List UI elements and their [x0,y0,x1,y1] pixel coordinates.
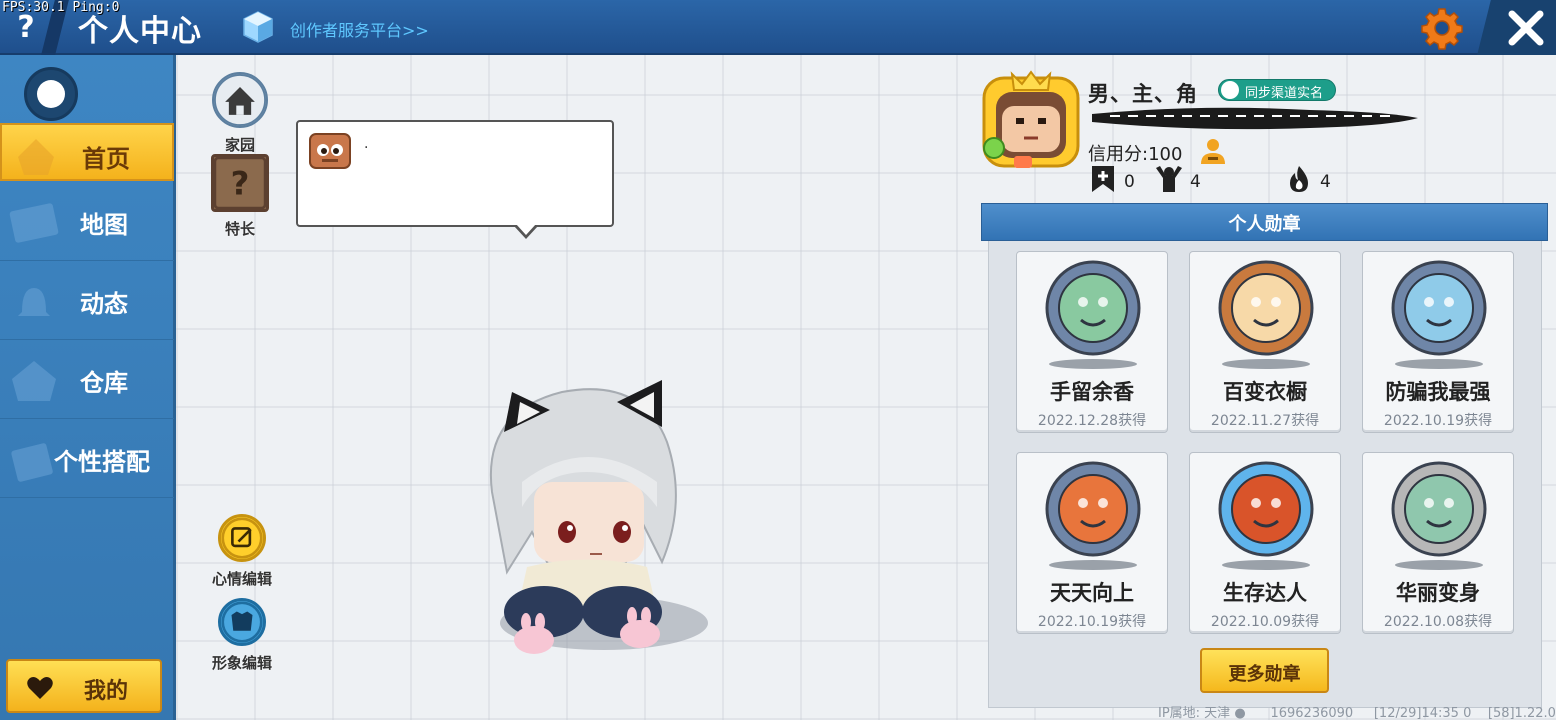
medal-card[interactable]: 华丽变身 2022.10.08获得 [1362,452,1514,634]
profile-avatar[interactable] [978,70,1084,170]
sidebar-item-label: 仓库 [80,369,128,397]
medal-badge-icon [1045,260,1141,369]
cheering-person-icon [1156,166,1182,192]
heat-stat[interactable]: 4 [1284,164,1344,196]
top-bar: ? 个人中心 创作者服务平台>> [0,0,1556,55]
look-edit-button[interactable]: 形象编辑 [206,598,278,673]
sidebar-item-storage[interactable]: 仓库 [0,341,174,419]
character-avatar[interactable] [472,372,702,662]
medal-card[interactable]: 生存达人 2022.10.09获得 [1189,452,1341,634]
footer-info: IP属地: 天津 ● 1696236090 [12/29]14:35 0 [58… [1158,702,1556,720]
sidebar: 首页 地图 动态 仓库 个性搭配 我的 [0,55,176,720]
heat-count: 4 [1320,172,1331,192]
house-icon [12,361,56,401]
medal-header-title: 个人勋章 [1228,214,1301,235]
bell-icon [18,288,50,316]
client-version: [58]1.22.0 [1487,706,1556,720]
medal-name: 天天向上 [1050,581,1134,605]
medal-date: 2022.12.28获得 [1037,413,1147,429]
more-medals-label: 更多勋章 [1228,664,1301,685]
likes-stat[interactable]: 0 [1088,164,1148,196]
edit-icon [218,514,266,562]
talent-label: 特长 [224,220,255,238]
sidebar-item-label: 首页 [82,145,130,173]
question-block-icon: ? [211,154,269,212]
shirt-icon [218,598,266,646]
person-badge-icon[interactable] [1198,136,1228,166]
flame-icon [1290,166,1308,192]
fps-readout: FPS:30.1 Ping:0 [2,0,120,15]
more-medals-button[interactable]: 更多勋章 [1200,648,1329,693]
login-time: [12/29]14:35 0 [1373,706,1472,720]
likes-count: 0 [1124,172,1135,192]
home-icon [212,72,268,128]
medal-name: 百变衣橱 [1223,380,1307,404]
mine-button[interactable]: 我的 [6,659,162,713]
sidebar-item-label: 动态 [80,290,128,318]
mood-edit-label: 心情编辑 [211,570,272,588]
bookmark-plus-icon [1092,166,1114,192]
user-id: 1696236090 [1270,706,1354,720]
fans-count: 4 [1190,172,1201,192]
homeland-button[interactable]: 家园 [208,72,272,155]
medal-date: 2022.11.27获得 [1210,413,1320,429]
medal-header: 个人勋章 [981,203,1548,241]
medal-card[interactable]: 手留余香 2022.12.28获得 [1016,251,1168,433]
heart-icon [27,677,53,699]
medal-badge-icon [1218,461,1314,570]
block-face-icon [309,133,351,169]
user-icon [1221,81,1239,99]
redaction-mark [1092,107,1418,130]
gear-icon[interactable] [1420,6,1464,50]
medal-card[interactable]: 百变衣橱 2022.11.27获得 [1189,251,1341,433]
sidebar-item-outfit[interactable]: 个性搭配 [0,420,174,498]
mine-label: 我的 [84,679,129,704]
cube-icon[interactable] [242,10,274,44]
realname-sync-button[interactable]: 同步渠道实名 [1218,79,1336,101]
homeland-label: 家园 [224,136,255,154]
medal-name: 防骗我最强 [1385,380,1491,404]
sidebar-item-label: 个性搭配 [54,448,150,476]
avatar-toggle[interactable] [24,67,78,121]
medal-card[interactable]: 天天向上 2022.10.19获得 [1016,452,1168,634]
creator-platform-link[interactable]: 创作者服务平台>> [290,17,429,41]
mood-edit-button[interactable]: 心情编辑 [206,514,278,589]
medal-name: 生存达人 [1223,581,1307,605]
medal-date: 2022.10.08获得 [1383,614,1493,630]
svg-text:?: ? [231,165,250,203]
mood-bubble: . [296,120,614,239]
medal-name: 华丽变身 [1396,581,1480,605]
mood-text: . [364,136,369,152]
sidebar-item-home[interactable]: 首页 [0,123,174,181]
medal-badge-icon [1391,260,1487,369]
medal-date: 2022.10.19获得 [1383,413,1493,429]
map-icon [9,203,59,243]
realname-sync-label: 同步渠道实名 [1245,86,1324,101]
sidebar-item-map[interactable]: 地图 [0,183,174,261]
medal-date: 2022.10.19获得 [1037,614,1147,630]
credit-score: 信用分:100 [1088,144,1183,165]
medal-badge-icon [1045,461,1141,570]
medal-badge-icon [1218,260,1314,369]
medal-name: 手留余香 [1050,380,1134,404]
sidebar-item-label: 地图 [80,211,128,239]
close-icon[interactable] [1504,6,1548,50]
medal-badge-icon [1391,461,1487,570]
info-icon[interactable]: ● [1234,706,1245,720]
look-edit-label: 形象编辑 [211,654,272,672]
medal-date: 2022.10.09获得 [1210,614,1320,630]
medal-card[interactable]: 防骗我最强 2022.10.19获得 [1362,251,1514,433]
fans-stat[interactable]: 4 [1154,164,1214,196]
sidebar-item-feed[interactable]: 动态 [0,262,174,340]
cupcake-icon [18,139,54,175]
ip-location: IP属地: 天津 [1158,706,1231,720]
talent-button[interactable]: ? 特长 [208,154,272,239]
